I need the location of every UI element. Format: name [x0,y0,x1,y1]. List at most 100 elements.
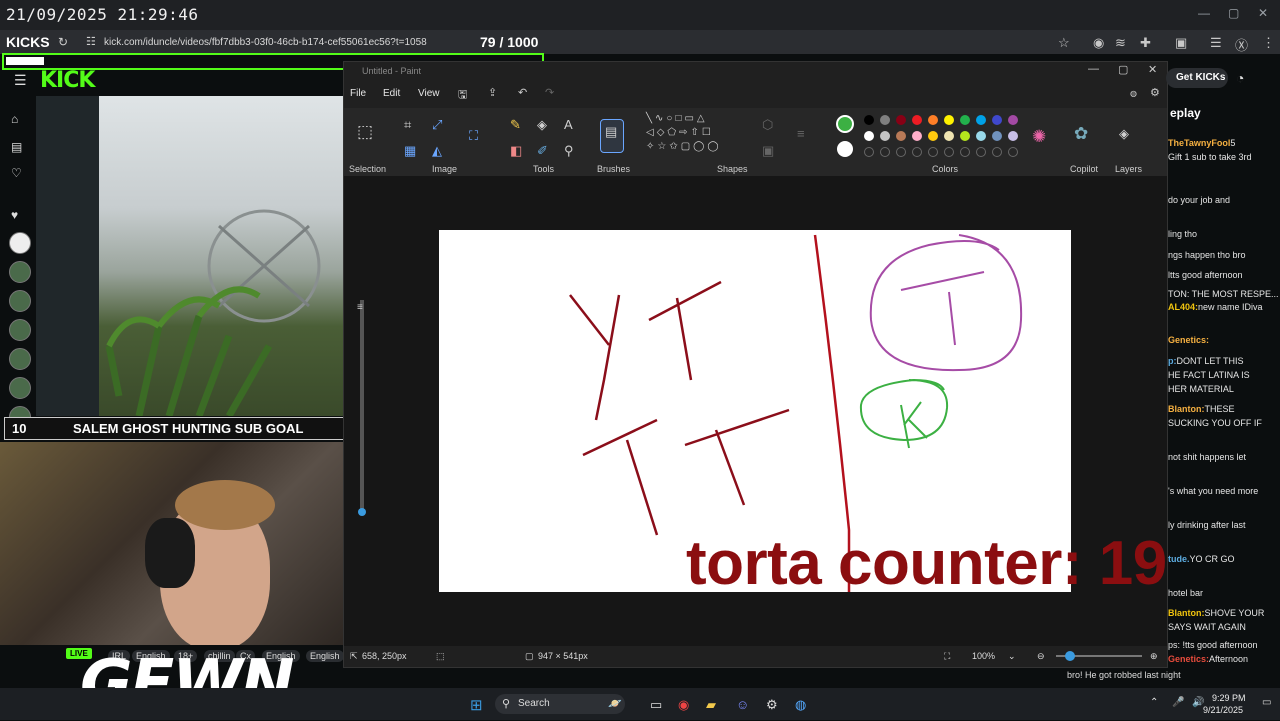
resize-icon[interactable]: ⤢ [432,117,442,133]
notifications-icon[interactable]: ▭ [1262,697,1271,708]
share-icon[interactable]: ⇪ [488,86,497,99]
save-icon[interactable]: 🖫 [458,86,467,105]
custom-color-slot[interactable] [960,147,970,157]
bookmark-star-icon[interactable]: ☆ [1058,35,1070,51]
skew-icon[interactable]: ▦ [404,143,416,159]
secondary-color-swatch[interactable] [837,141,853,157]
clock-time[interactable]: 9:29 PM [1212,693,1246,703]
custom-color-slot[interactable] [912,147,922,157]
palette-color-swatch[interactable] [992,115,1002,125]
audio-icon[interactable]: ≋ [1115,35,1126,51]
browse-icon[interactable]: ▤ [11,140,22,154]
stroke-size-icon[interactable]: ≡ [797,126,805,141]
palette-color-swatch[interactable] [880,115,890,125]
chat-username[interactable]: p: [1168,356,1177,366]
zoom-slider-thumb[interactable] [1065,651,1075,661]
pencil-icon[interactable]: ✎ [510,117,521,133]
url-field[interactable]: kick.com/iduncle/videos/fbf7dbb3-03f0-46… [104,37,427,48]
palette-color-swatch[interactable] [912,115,922,125]
custom-color-slot[interactable] [976,147,986,157]
clock-date[interactable]: 9/21/2025 [1203,705,1243,715]
palette-color-swatch[interactable] [944,131,954,141]
home-icon[interactable]: ⌂ [11,112,18,126]
palette-color-swatch[interactable] [944,115,954,125]
palette-color-swatch[interactable] [896,131,906,141]
browser-icon[interactable]: ◍ [795,697,806,713]
undo-icon[interactable]: ↶ [518,86,527,99]
notification-icon[interactable]: ◍ [1130,89,1137,98]
chat-username[interactable]: Blanton: [1168,608,1205,618]
close-icon[interactable]: ✕ [1258,6,1268,20]
layers-icon[interactable]: ◈ [1119,126,1129,142]
channel-avatar[interactable] [9,377,31,399]
palette-color-swatch[interactable] [880,131,890,141]
zoom-dropdown-icon[interactable]: ⌄ [1008,651,1016,662]
custom-color-slot[interactable] [944,147,954,157]
menu-dots-icon[interactable]: ⋮ [1262,35,1275,51]
taskbar-search-box[interactable] [495,694,625,714]
text-icon[interactable]: A [564,117,573,132]
palette-color-swatch[interactable] [1008,115,1018,125]
custom-color-slot[interactable] [864,147,874,157]
zoom-in-icon[interactable]: ⊕ [1150,651,1158,662]
extensions-puzzle-icon[interactable]: ✚ [1140,35,1151,51]
settings-gear-icon[interactable]: ⚙ [1150,86,1160,99]
palette-color-swatch[interactable] [976,115,986,125]
brush-size-thumb[interactable] [358,508,366,516]
fill-bucket-icon[interactable]: ◈ [537,117,547,133]
custom-color-slot[interactable] [1008,147,1018,157]
menu-edit[interactable]: Edit [383,88,400,99]
reading-list-icon[interactable]: ☰ [1210,35,1222,51]
chat-username[interactable]: Blanton: [1168,404,1205,414]
zoom-out-icon[interactable]: ⊖ [1037,651,1045,662]
reload-icon[interactable]: ↻ [58,35,68,49]
rotate-icon[interactable]: ◭ [432,143,442,159]
following-heart-icon[interactable]: ♡ [11,166,22,180]
custom-color-slot[interactable] [928,147,938,157]
chat-username[interactable]: tude. [1168,554,1190,564]
palette-color-swatch[interactable] [896,115,906,125]
primary-color-swatch[interactable] [836,115,854,133]
task-view-icon[interactable]: ▭ [650,697,662,713]
microphone-icon[interactable]: 🎤 [1172,697,1184,708]
eraser-icon[interactable]: ◧ [510,143,522,159]
magnifier-icon[interactable]: ⚲ [564,143,574,159]
chat-username[interactable]: Genetics: [1168,654,1209,664]
image-background-icon[interactable]: ⛶ [469,128,478,144]
hamburger-menu-icon[interactable]: ☰ [14,72,27,89]
discord-icon[interactable]: ☺ [736,697,749,712]
custom-color-slot[interactable] [896,147,906,157]
palette-color-swatch[interactable] [928,115,938,125]
crop-icon[interactable]: ⌗ [404,117,411,133]
color-picker-icon[interactable]: ✐ [537,143,548,159]
tab-kicks[interactable]: KICKS [6,34,50,50]
brush-size-slider[interactable] [360,300,364,510]
shape-fill-icon[interactable]: ▣ [762,143,774,159]
extension-icon[interactable]: ◉ [1093,35,1104,51]
chat-username[interactable]: AL404: [1168,302,1198,312]
palette-color-swatch[interactable] [960,115,970,125]
channel-avatar[interactable] [9,232,31,254]
paint-maximize-icon[interactable]: ▢ [1118,63,1128,76]
channel-avatar[interactable] [9,348,31,370]
start-windows-icon[interactable]: ⊞ [470,696,483,714]
steam-icon[interactable]: ⚙ [766,697,778,713]
fit-to-window-icon[interactable]: ⛶ [944,651,950,662]
favorites-heart-icon[interactable]: ♥ [11,208,18,222]
user-avatar-icon[interactable]: ◔ [1236,70,1244,86]
channel-avatar[interactable] [9,261,31,283]
menu-file[interactable]: File [350,88,366,99]
outline-icon[interactable]: ⬡ [762,117,773,133]
profile-icon[interactable]: Ⓧ [1235,35,1248,54]
maximize-icon[interactable]: ▢ [1228,6,1239,20]
palette-color-swatch[interactable] [864,115,874,125]
stream-tag[interactable]: English [306,650,344,662]
palette-color-swatch[interactable] [928,131,938,141]
palette-color-swatch[interactable] [960,131,970,141]
minimize-icon[interactable]: — [1198,6,1210,20]
redo-icon[interactable]: ↷ [545,86,554,99]
kick-logo[interactable]: KICK [40,68,95,93]
custom-color-slot[interactable] [880,147,890,157]
palette-color-swatch[interactable] [912,131,922,141]
sidebar-icon[interactable]: ▣ [1175,35,1187,51]
